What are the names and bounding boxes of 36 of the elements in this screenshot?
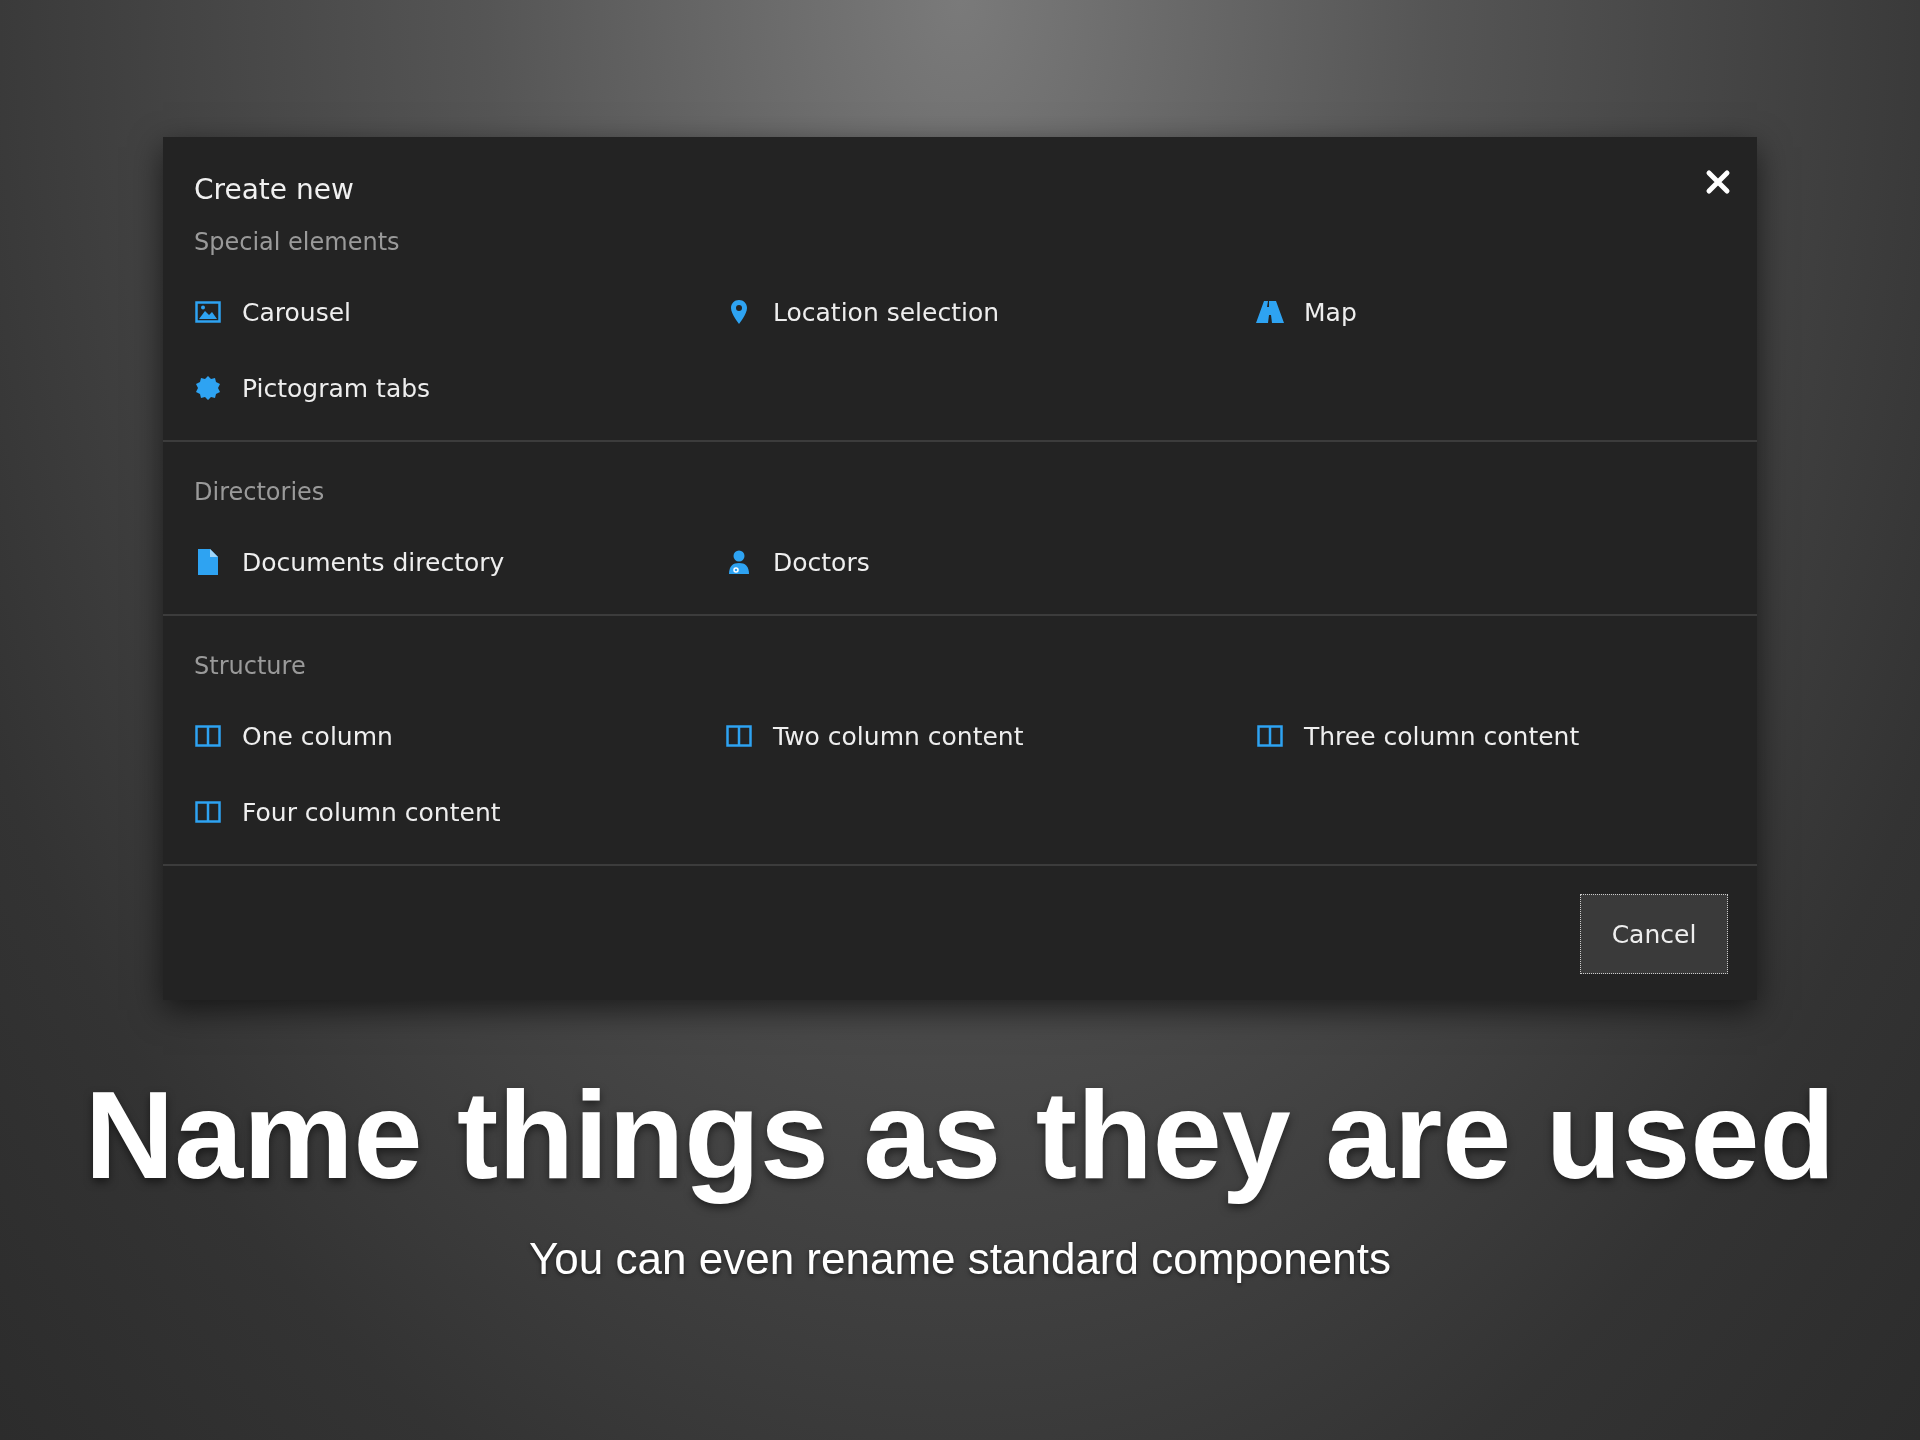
item-label: Pictogram tabs <box>242 373 431 403</box>
menu-item[interactable]: Three column content <box>1256 698 1726 774</box>
item-label: Carousel <box>242 297 351 327</box>
section-heading: Special elements <box>194 228 401 256</box>
item-label: Four column content <box>242 797 501 827</box>
section-heading: Directories <box>194 478 326 506</box>
menu-item[interactable]: Two column content <box>725 698 1256 774</box>
menu-item[interactable]: One column <box>194 698 725 774</box>
item-label: Map <box>1304 297 1357 327</box>
menu-item[interactable]: Documents directory <box>194 524 725 600</box>
columns-icon <box>1256 725 1284 747</box>
item-label: Location selection <box>773 297 1000 327</box>
slide-headline: Name things as they are used <box>84 1065 1836 1206</box>
columns-icon <box>194 725 222 747</box>
columns-icon <box>194 801 222 823</box>
section-heading: Structure <box>194 652 307 680</box>
item-label: One column <box>242 721 393 751</box>
close-icon <box>1705 169 1731 195</box>
menu-item[interactable]: Doctors <box>725 524 1256 600</box>
dialog-title: Create new <box>194 173 354 206</box>
item-label: Three column content <box>1304 721 1580 751</box>
item-label: Documents directory <box>242 547 505 577</box>
menu-item[interactable]: Pictogram tabs <box>194 350 725 426</box>
close-button[interactable] <box>1705 169 1731 195</box>
menu-item[interactable]: Map <box>1256 274 1726 350</box>
menu-item[interactable]: Four column content <box>194 774 725 850</box>
menu-item[interactable]: Carousel <box>194 274 725 350</box>
menu-item[interactable]: Location selection <box>725 274 1256 350</box>
road-icon <box>1256 301 1284 323</box>
cancel-button[interactable]: Cancel <box>1580 894 1728 974</box>
slide-subtitle: You can even rename standard components <box>529 1234 1391 1284</box>
badge-icon <box>194 376 222 400</box>
item-label: Doctors <box>773 547 870 577</box>
columns-icon <box>725 725 753 747</box>
image-icon <box>194 301 222 323</box>
item-label: Two column content <box>773 721 1024 751</box>
